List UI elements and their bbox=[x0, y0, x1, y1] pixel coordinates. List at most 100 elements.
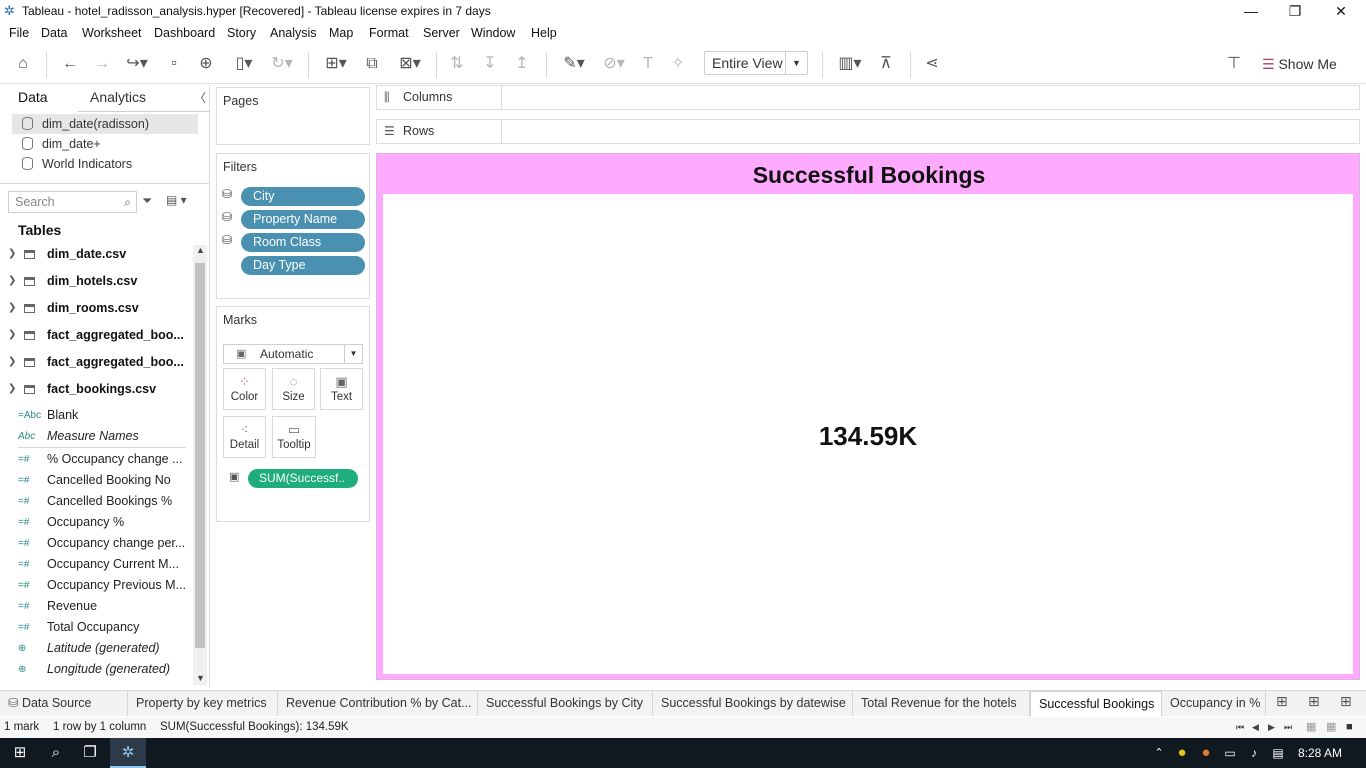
sort-descending-icon[interactable]: ↥ bbox=[510, 52, 534, 76]
chevron-right-icon[interactable]: ❯ bbox=[8, 270, 16, 292]
menu-format[interactable]: Format bbox=[369, 26, 409, 40]
tab-data-source[interactable]: ⛁ Data Source bbox=[0, 691, 128, 716]
chevron-up-icon[interactable]: ⌃ bbox=[1150, 738, 1168, 768]
rows-shelf[interactable]: ☰ Rows bbox=[376, 119, 1360, 144]
clock[interactable]: 8:28 AM bbox=[1294, 738, 1346, 768]
first-sheet-icon[interactable]: ⏮ bbox=[1236, 717, 1244, 738]
chevron-right-icon[interactable]: ❯ bbox=[8, 243, 16, 265]
fix-axes-icon[interactable]: ✧ bbox=[666, 52, 690, 76]
menu-story[interactable]: Story bbox=[227, 26, 256, 40]
last-sheet-icon[interactable]: ⏭ bbox=[1284, 717, 1292, 738]
columns-shelf[interactable]: ⫼ Columns bbox=[376, 85, 1360, 110]
group-icon[interactable]: ⊘▾ bbox=[596, 52, 632, 76]
datasource-item[interactable]: dim_date(radisson) bbox=[12, 114, 198, 134]
tab-data[interactable]: Data bbox=[18, 89, 48, 105]
color-button[interactable]: ⁘ Color bbox=[223, 368, 266, 410]
next-sheet-icon[interactable]: ▶ bbox=[1268, 717, 1275, 738]
size-button[interactable]: ◌ Size bbox=[272, 368, 315, 410]
field-item[interactable]: =# Occupancy % bbox=[0, 512, 190, 533]
sheet-tab[interactable]: Revenue Contribution % by Cat... bbox=[278, 691, 478, 716]
mark-type-dropdown[interactable]: ▣ Automatic ▼ bbox=[223, 344, 363, 364]
minimize-button[interactable]: — bbox=[1228, 0, 1274, 23]
new-dashboard-icon[interactable]: ⊞ bbox=[1308, 693, 1320, 710]
field-item[interactable]: =# Revenue bbox=[0, 596, 190, 617]
replay-icon[interactable]: ↪▾ bbox=[119, 52, 155, 76]
field-item[interactable]: =# Cancelled Booking No bbox=[0, 470, 190, 491]
datasource-item[interactable]: dim_date+ bbox=[12, 134, 198, 154]
sheet-tab[interactable]: Occupancy in % bbox=[1162, 691, 1266, 716]
pages-card[interactable]: Pages bbox=[216, 87, 370, 145]
table-item[interactable]: ❯ dim_date.csv bbox=[0, 243, 190, 265]
windows-start-icon[interactable]: ⊞ bbox=[6, 738, 34, 768]
table-item[interactable]: ❯ fact_aggregated_boo... bbox=[0, 351, 190, 373]
task-view-icon[interactable]: ❐ bbox=[76, 738, 104, 768]
filter-pill[interactable]: City bbox=[241, 187, 365, 206]
menu-file[interactable]: File bbox=[9, 26, 29, 40]
show-labels-icon[interactable]: T bbox=[636, 52, 660, 76]
sheet-tab[interactable]: Successful Bookings by datewise bbox=[653, 691, 853, 716]
battery-icon[interactable]: ▭ bbox=[1220, 738, 1240, 768]
menu-dashboard[interactable]: Dashboard bbox=[154, 26, 215, 40]
tray-app-icon[interactable]: ● bbox=[1172, 738, 1192, 768]
tray-app-icon[interactable]: ● bbox=[1196, 738, 1216, 768]
measure-pill[interactable]: SUM(Successf.. bbox=[248, 469, 358, 488]
volume-icon[interactable]: ♪ bbox=[1244, 738, 1264, 768]
scroll-thumb[interactable] bbox=[195, 263, 205, 648]
field-item[interactable]: =# Occupancy Current M... bbox=[0, 554, 190, 575]
sheet-tab[interactable]: Successful Bookings by City bbox=[478, 691, 653, 716]
field-item[interactable]: =# % Occupancy change ... bbox=[0, 449, 190, 470]
kpi-value[interactable]: 134.59K bbox=[383, 421, 1353, 452]
table-item[interactable]: ❯ fact_bookings.csv bbox=[0, 378, 190, 400]
undo-icon[interactable]: ← bbox=[57, 52, 83, 76]
scrollbar[interactable]: ▲ ▼ bbox=[193, 245, 207, 685]
tab-analytics[interactable]: Analytics bbox=[90, 89, 146, 105]
show-cards-icon[interactable]: ▥▾ bbox=[832, 52, 868, 76]
field-item[interactable]: =# Occupancy change per... bbox=[0, 533, 190, 554]
notification-icon[interactable]: ▤ bbox=[1268, 738, 1288, 768]
chevron-right-icon[interactable]: ❯ bbox=[8, 297, 16, 319]
text-button[interactable]: ▣ Text bbox=[320, 368, 363, 410]
home-icon[interactable]: ⌂ bbox=[10, 52, 36, 76]
view-options-icon[interactable]: ▤ ▾ bbox=[166, 193, 187, 207]
highlight-icon[interactable]: ✎▾ bbox=[556, 52, 592, 76]
viz-canvas[interactable]: 134.59K bbox=[383, 194, 1353, 674]
filter-icon[interactable]: ⏷ bbox=[142, 193, 152, 209]
redo-icon[interactable]: → bbox=[89, 52, 115, 76]
search-icon[interactable]: ⌕ bbox=[42, 738, 70, 768]
filter-pill[interactable]: Room Class bbox=[241, 233, 365, 252]
menu-window[interactable]: Window bbox=[471, 26, 515, 40]
swap-axes-icon[interactable]: ⇅ bbox=[445, 52, 469, 76]
table-item[interactable]: ❯ fact_aggregated_boo... bbox=[0, 324, 190, 346]
menu-help[interactable]: Help bbox=[531, 26, 557, 40]
menu-map[interactable]: Map bbox=[329, 26, 353, 40]
close-button[interactable]: ✕ bbox=[1318, 0, 1364, 23]
sheet-tab[interactable]: Total Revenue for the hotels bbox=[853, 691, 1030, 716]
table-item[interactable]: ❯ dim_rooms.csv bbox=[0, 297, 190, 319]
field-item[interactable]: ⊕ Longitude (generated) bbox=[0, 659, 190, 680]
field-item[interactable]: =Abc Blank bbox=[0, 405, 190, 426]
scroll-up-icon[interactable]: ▲ bbox=[196, 245, 205, 255]
format-painter-icon[interactable]: ⊤ bbox=[1222, 52, 1246, 76]
prev-sheet-icon[interactable]: ◀ bbox=[1252, 717, 1259, 738]
clear-sheet-icon[interactable]: ⊠▾ bbox=[392, 52, 428, 76]
sort-ascending-icon[interactable]: ↧ bbox=[478, 52, 502, 76]
sheet-tab-active[interactable]: Successful Bookings bbox=[1030, 691, 1162, 716]
chevron-right-icon[interactable]: ❯ bbox=[8, 378, 16, 400]
menu-data[interactable]: Data bbox=[41, 26, 67, 40]
show-filmstrip-icon[interactable]: ▦ bbox=[1306, 717, 1316, 738]
filter-pill[interactable]: Property Name bbox=[241, 210, 365, 229]
show-tabs-icon[interactable]: ■ bbox=[1346, 717, 1353, 738]
field-item[interactable]: ⊕ Latitude (generated) bbox=[0, 638, 190, 659]
table-item[interactable]: ❯ dim_hotels.csv bbox=[0, 270, 190, 292]
save-icon[interactable]: ▫ bbox=[162, 52, 186, 76]
show-sheet-sorter-icon[interactable]: ▦ bbox=[1326, 717, 1336, 738]
restore-button[interactable]: ❐ bbox=[1272, 0, 1318, 23]
filters-card[interactable]: Filters ⛁ City ⛁ Property Name ⛁ Room Cl… bbox=[216, 153, 370, 299]
share-icon[interactable]: ⋖ bbox=[920, 52, 944, 76]
scroll-down-icon[interactable]: ▼ bbox=[196, 673, 205, 683]
chevron-right-icon[interactable]: ❯ bbox=[8, 351, 16, 373]
new-datasource-icon[interactable]: ⊕ bbox=[194, 52, 218, 76]
fit-dropdown[interactable]: Entire View ▼ bbox=[704, 51, 808, 75]
field-item[interactable]: Abc Measure Names bbox=[0, 426, 190, 447]
tooltip-button[interactable]: ▭ Tooltip bbox=[272, 416, 316, 458]
